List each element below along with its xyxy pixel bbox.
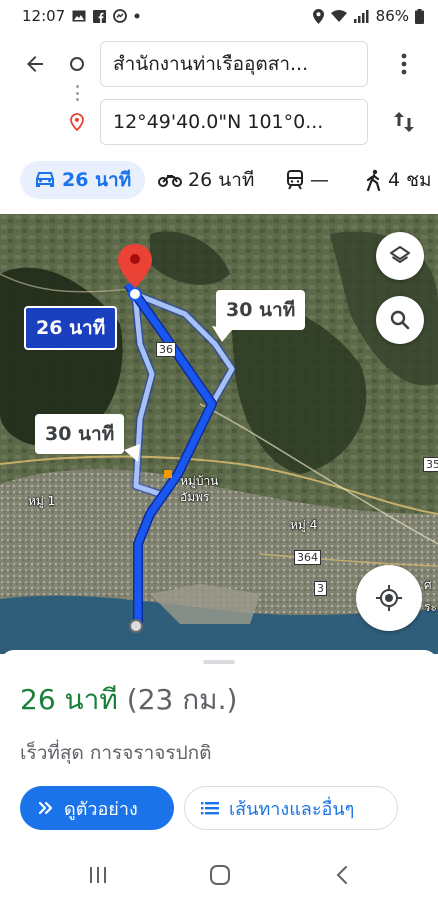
steps-more-button-label: เส้นทางและอื่นๆ <box>229 798 355 820</box>
main-route-duration: 26 นาที <box>36 317 106 339</box>
train-icon <box>287 170 303 190</box>
sheet-drag-handle[interactable] <box>203 660 235 664</box>
edge-label-2: ระ <box>424 600 437 614</box>
layers-button[interactable] <box>376 232 424 280</box>
dot-icon <box>134 13 140 19</box>
wifi-icon <box>330 9 348 23</box>
alt-route-duration-chip-1[interactable]: 30 นาที <box>216 290 306 330</box>
messenger-icon <box>113 9 128 23</box>
swap-button[interactable] <box>388 104 420 140</box>
main-route-duration-chip[interactable]: 26 นาที <box>24 306 118 350</box>
tab-car[interactable]: 26 นาที <box>20 161 146 199</box>
road-shield-3: 3 <box>314 581 327 596</box>
chevron-left-icon <box>336 866 347 884</box>
more-vert-icon <box>401 53 407 75</box>
home-button[interactable] <box>200 855 240 895</box>
back-nav-button[interactable] <box>322 855 362 895</box>
signal-icon <box>353 9 370 23</box>
facebook-icon <box>93 9 107 23</box>
route-subtitle: เร็วที่สุด การจราจรปกติ <box>20 742 212 764</box>
tab-walk[interactable]: 4 ชม <box>366 161 432 199</box>
tab-car-label: 26 นาที <box>62 169 132 191</box>
destination-field[interactable]: 12°49'40.0"N 101°0... <box>100 99 368 145</box>
walk-icon <box>366 169 381 191</box>
tab-transit-label: — <box>310 169 329 191</box>
origin-row: สำนักงานท่าเรืออุตสา... <box>0 40 438 88</box>
status-time: 12:07 <box>22 7 66 25</box>
system-nav-bar <box>0 850 438 900</box>
destination-row: 12°49'40.0"N 101°0... <box>0 98 438 146</box>
location-icon <box>312 8 324 24</box>
overflow-menu-button[interactable] <box>390 46 418 82</box>
edge-label-1: ศ <box>424 578 432 592</box>
route-duration: 26 นาที <box>20 683 118 716</box>
route-summary-sheet[interactable]: 26 นาที (23 กม.) เร็วที่สุด การจราจรปกติ… <box>0 650 438 850</box>
road-shield-36: 36 <box>156 342 176 357</box>
my-location-icon <box>376 585 402 611</box>
origin-circle-icon <box>68 55 86 73</box>
place-label-moo1: หมู่ 1 <box>28 494 56 508</box>
arrow-left-icon <box>27 56 43 72</box>
double-chevron-right-icon <box>38 801 53 815</box>
place-label-moo4: หมู่ 4 <box>290 518 318 532</box>
alt-route-duration-chip-2[interactable]: 30 นาที <box>35 414 125 454</box>
battery-icon <box>415 8 424 24</box>
steps-more-button[interactable]: เส้นทางและอื่นๆ <box>184 786 398 830</box>
back-button[interactable] <box>18 47 52 81</box>
search-icon <box>390 310 410 330</box>
travel-mode-tabs: 26 นาที 26 นาที — 4 ชม <box>0 160 438 200</box>
alt-route-duration-1: 30 นาที <box>226 299 296 321</box>
destination-text: 12°49'40.0"N 101°0... <box>113 111 324 133</box>
origin-field[interactable]: สำนักงานท่าเรืออุตสา... <box>100 41 368 87</box>
car-icon <box>36 172 54 187</box>
place-label-amporn: อัมพร <box>180 490 210 504</box>
road-shield-364: 364 <box>294 550 321 565</box>
preview-button[interactable]: ดูตัวอย่าง <box>20 786 174 830</box>
tab-motorcycle-label: 26 นาที <box>188 169 255 191</box>
layers-icon <box>390 246 410 263</box>
map-view[interactable]: 26 นาที 30 นาที 30 นาที หมู่บ้าน อัมพร ห… <box>0 214 438 654</box>
swap-vert-icon <box>394 112 414 132</box>
battery-percent: 86% <box>375 7 409 25</box>
recent-apps-button[interactable] <box>78 855 118 895</box>
list-icon <box>201 802 219 815</box>
road-shield-35: 35 <box>423 457 438 472</box>
alt-route-duration-2: 30 นาที <box>45 423 115 445</box>
tab-motorcycle[interactable]: 26 นาที <box>158 161 254 199</box>
my-location-button[interactable] <box>356 565 422 631</box>
search-map-button[interactable] <box>376 296 424 344</box>
home-icon <box>210 865 230 885</box>
status-bar: 12:07 86% <box>0 0 438 32</box>
origin-text: สำนักงานท่าเรืออุตสา... <box>113 53 309 75</box>
route-distance: (23 กม.) <box>126 683 238 716</box>
tab-transit[interactable]: — <box>286 161 329 199</box>
motorcycle-icon <box>158 175 182 187</box>
image-icon <box>72 10 86 22</box>
destination-pin-icon <box>68 113 86 131</box>
route-summary: 26 นาที (23 กม.) <box>20 678 237 722</box>
preview-button-label: ดูตัวอย่าง <box>64 798 138 820</box>
recent-apps-icon <box>90 867 106 883</box>
tab-walk-label: 4 ชม <box>388 169 432 191</box>
